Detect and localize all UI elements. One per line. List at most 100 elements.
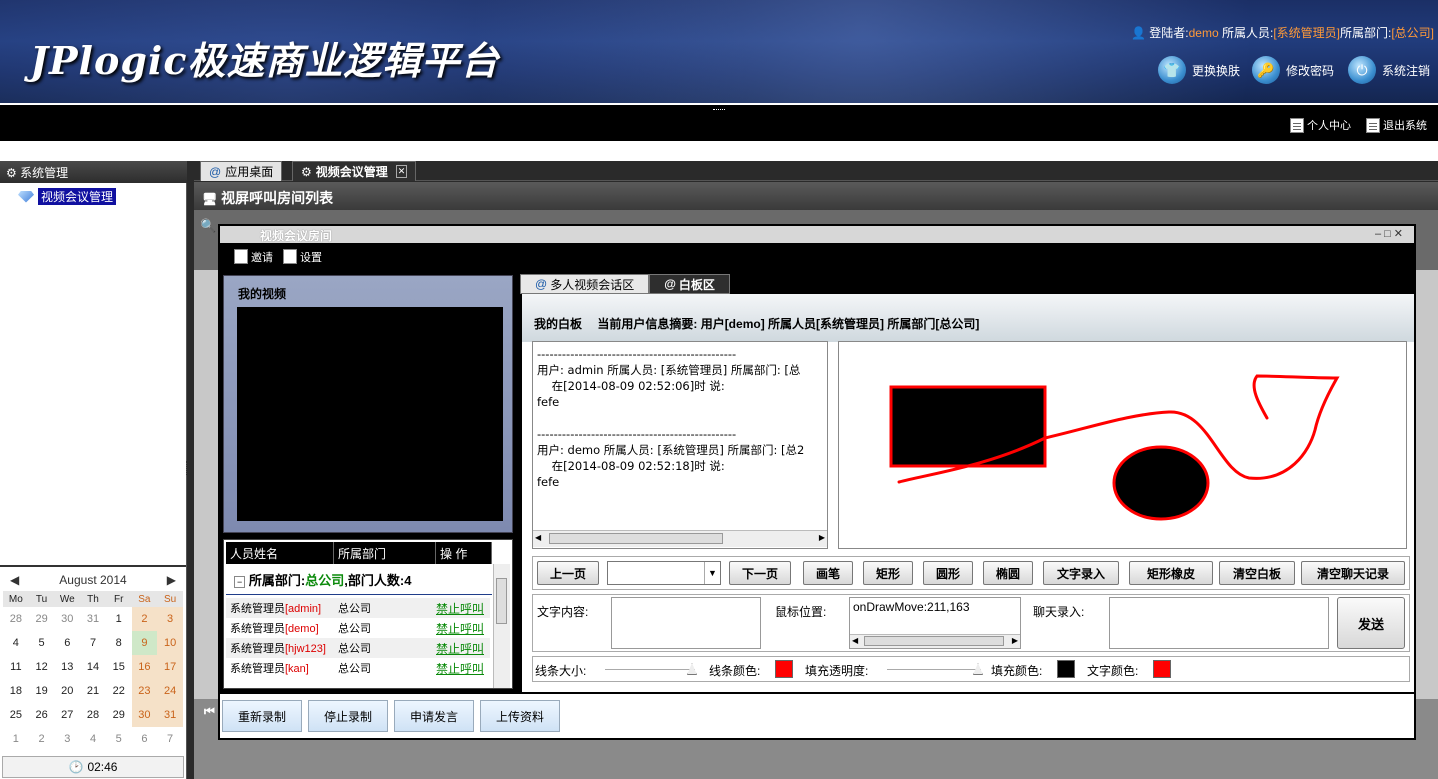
day-cell[interactable]: 31: [157, 703, 183, 727]
chat-horizontal-scrollbar[interactable]: ◀ ▶: [533, 530, 827, 547]
scroll-left-icon[interactable]: ◀: [852, 636, 858, 645]
day-cell[interactable]: 1: [3, 727, 29, 751]
day-cell[interactable]: 6: [54, 631, 80, 655]
day-cell[interactable]: 3: [157, 607, 183, 631]
day-cell[interactable]: 4: [3, 631, 29, 655]
sidebar-resize-handle[interactable]: [186, 461, 189, 475]
rectangle-button[interactable]: 矩形: [863, 561, 913, 585]
day-cell[interactable]: 16: [131, 655, 158, 679]
tab-multi-video[interactable]: @ 多人视频会话区: [520, 274, 650, 294]
day-cell[interactable]: 30: [131, 703, 158, 727]
scroll-right-icon[interactable]: ▶: [819, 533, 825, 542]
scroll-right-icon[interactable]: ▶: [1012, 636, 1018, 645]
day-cell[interactable]: 30: [54, 607, 80, 631]
whiteboard-canvas[interactable]: [838, 341, 1407, 549]
scrollbar-thumb[interactable]: [496, 578, 507, 624]
clear-chat-button[interactable]: 清空聊天记录: [1301, 561, 1405, 585]
dialog-title-bar[interactable]: 视频会议房间 –□✕: [220, 226, 1414, 243]
day-cell[interactable]: 10: [157, 631, 183, 655]
request-speak-button[interactable]: 申请发言: [394, 700, 474, 732]
day-cell[interactable]: 25: [3, 703, 29, 727]
page-select[interactable]: ▼: [607, 561, 721, 585]
tab-app-desktop[interactable]: @ 应用桌面: [200, 161, 283, 181]
collapse-icon[interactable]: −: [234, 576, 246, 588]
day-cell[interactable]: 15: [106, 655, 132, 679]
block-call-link[interactable]: 禁止呼叫: [436, 620, 490, 637]
day-cell[interactable]: 1: [106, 607, 132, 631]
tab-video-conference[interactable]: ⚙ 视频会议管理 ✕: [292, 161, 417, 181]
scroll-left-icon[interactable]: ◀: [535, 533, 541, 542]
scrollbar-thumb[interactable]: [549, 533, 723, 544]
day-cell[interactable]: 27: [54, 703, 80, 727]
dept-group-row[interactable]: − 所属部门:总公司,部门人数:4: [234, 570, 411, 589]
fill-color-swatch[interactable]: [1057, 660, 1075, 678]
day-cell[interactable]: 18: [3, 679, 29, 703]
day-cell[interactable]: 3: [54, 727, 80, 751]
day-cell[interactable]: 2: [131, 607, 158, 631]
day-cell[interactable]: 28: [3, 607, 29, 631]
ellipse-button[interactable]: 椭圆: [983, 561, 1033, 585]
collapse-handle-top[interactable]: [713, 109, 725, 112]
people-scrollbar[interactable]: [493, 564, 510, 688]
day-cell-today[interactable]: 9: [131, 631, 158, 655]
day-cell[interactable]: 28: [80, 703, 106, 727]
first-page-icon[interactable]: ⏮: [204, 704, 215, 719]
send-button[interactable]: 发送: [1337, 597, 1405, 649]
day-cell[interactable]: 29: [106, 703, 132, 727]
block-call-link[interactable]: 禁止呼叫: [436, 600, 490, 617]
next-month-icon[interactable]: ▶: [167, 573, 176, 587]
rect-eraser-button[interactable]: 矩形橡皮: [1129, 561, 1213, 585]
prev-page-button[interactable]: 上一页: [537, 561, 599, 585]
text-color-swatch[interactable]: [1153, 660, 1171, 678]
stop-record-button[interactable]: 停止录制: [308, 700, 388, 732]
exit-system-link[interactable]: 退出系统: [1366, 117, 1427, 133]
prev-month-icon[interactable]: ◀: [10, 573, 19, 587]
day-cell[interactable]: 24: [157, 679, 183, 703]
day-cell[interactable]: 21: [80, 679, 106, 703]
tab-whiteboard[interactable]: @ 白板区: [649, 274, 730, 294]
day-cell[interactable]: 7: [80, 631, 106, 655]
day-cell[interactable]: 7: [157, 727, 183, 751]
close-icon[interactable]: ✕: [395, 165, 408, 178]
day-cell[interactable]: 20: [54, 679, 80, 703]
re-record-button[interactable]: 重新录制: [222, 700, 302, 732]
next-page-button[interactable]: 下一页: [729, 561, 791, 585]
day-cell[interactable]: 6: [132, 727, 158, 751]
day-cell[interactable]: 12: [29, 655, 55, 679]
change-skin-button[interactable]: 👕 更换换肤: [1158, 56, 1240, 84]
settings-button[interactable]: 设置: [283, 249, 322, 265]
text-content-input[interactable]: [611, 597, 761, 649]
pen-button[interactable]: 画笔: [803, 561, 853, 585]
change-password-button[interactable]: 🔑 修改密码: [1252, 56, 1334, 84]
line-color-swatch[interactable]: [775, 660, 793, 678]
day-cell[interactable]: 5: [106, 727, 132, 751]
day-cell[interactable]: 13: [54, 655, 80, 679]
search-icon[interactable]: 🔍: [200, 218, 216, 234]
day-cell[interactable]: 11: [3, 655, 29, 679]
day-cell[interactable]: 31: [80, 607, 106, 631]
circle-button[interactable]: 圆形: [923, 561, 973, 585]
day-cell[interactable]: 19: [29, 679, 55, 703]
logout-button[interactable]: ⏻ 系统注销: [1348, 56, 1430, 84]
day-cell[interactable]: 2: [29, 727, 55, 751]
day-cell[interactable]: 23: [131, 679, 158, 703]
scrollbar-thumb[interactable]: [864, 636, 1004, 646]
chevron-down-icon[interactable]: ▼: [704, 562, 720, 584]
mouse-position-scrollbar[interactable]: ◀ ▶: [850, 634, 1020, 648]
window-controls[interactable]: –□✕: [1375, 227, 1406, 240]
day-cell[interactable]: 8: [106, 631, 132, 655]
text-input-button[interactable]: 文字录入: [1043, 561, 1119, 585]
sidebar-item-video-conference[interactable]: 视频会议管理: [18, 188, 117, 205]
day-cell[interactable]: 4: [80, 727, 106, 751]
invite-button[interactable]: 邀请: [234, 249, 273, 265]
clear-board-button[interactable]: 清空白板: [1219, 561, 1295, 585]
day-cell[interactable]: 29: [29, 607, 55, 631]
day-cell[interactable]: 26: [29, 703, 55, 727]
day-cell[interactable]: 17: [157, 655, 183, 679]
block-call-link[interactable]: 禁止呼叫: [436, 640, 490, 657]
upload-material-button[interactable]: 上传资料: [480, 700, 560, 732]
block-call-link[interactable]: 禁止呼叫: [436, 660, 490, 677]
day-cell[interactable]: 22: [106, 679, 132, 703]
chat-input[interactable]: [1109, 597, 1329, 649]
day-cell[interactable]: 14: [80, 655, 106, 679]
